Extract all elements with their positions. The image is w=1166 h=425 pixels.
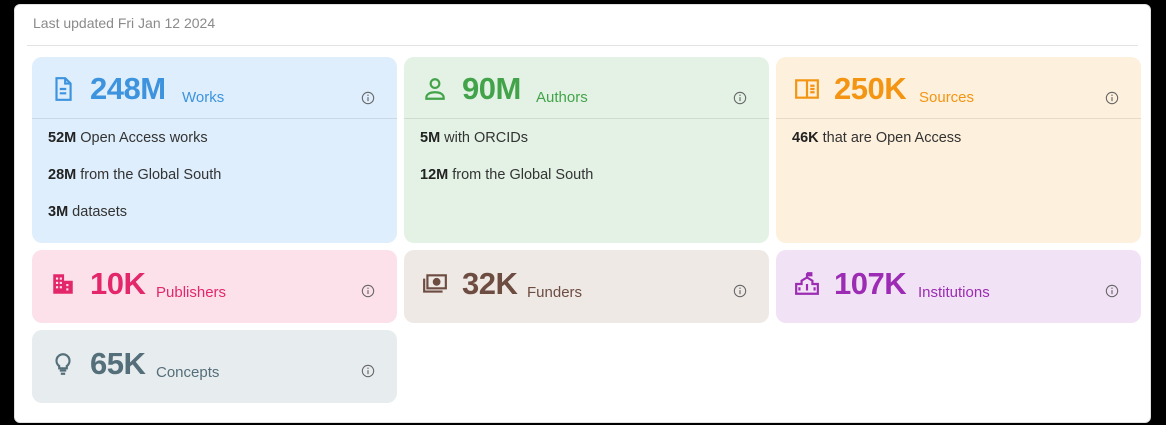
works-stat-global-south: 28M from the Global South — [48, 167, 222, 183]
card-divider — [32, 118, 397, 119]
works-label: Works — [182, 89, 225, 106]
institutions-label: Institutions — [918, 284, 990, 301]
works-stat-oa: 52M Open Access works — [48, 130, 208, 146]
publishers-count: 10K — [90, 266, 146, 301]
publishers-card-header[interactable]: 10K Publishers — [32, 250, 397, 320]
institutions-card[interactable]: 107K Institutions — [776, 250, 1141, 323]
sources-card-header[interactable]: 250K Sources — [776, 57, 1141, 119]
concepts-label: Concepts — [156, 364, 220, 381]
funders-card[interactable]: 32K Funders — [404, 250, 769, 323]
sources-card[interactable]: 250K Sources 46K that are Open Access — [776, 57, 1141, 243]
sources-count: 250K — [834, 71, 907, 106]
authors-stat-global-south: 12M from the Global South — [420, 167, 594, 183]
last-updated-text: Last updated Fri Jan 12 2024 — [33, 15, 216, 31]
funders-label: Funders — [527, 284, 583, 301]
book-open-icon — [795, 79, 819, 99]
publishers-label: Publishers — [156, 284, 227, 301]
funders-card-header[interactable]: 32K Funders — [404, 250, 769, 320]
card-divider — [776, 118, 1141, 119]
money-icon — [423, 274, 447, 293]
institutions-card-header[interactable]: 107K Institutions — [776, 250, 1141, 320]
concepts-card[interactable]: 65K Concepts — [32, 330, 397, 403]
info-icon[interactable] — [361, 91, 375, 105]
info-icon[interactable] — [361, 284, 375, 298]
info-icon[interactable] — [1105, 284, 1119, 298]
concepts-count: 65K — [90, 346, 146, 381]
document-icon — [55, 77, 72, 101]
authors-count: 90M — [462, 71, 521, 106]
works-stat-datasets: 3M datasets — [48, 204, 127, 220]
info-icon[interactable] — [1105, 91, 1119, 105]
authors-card[interactable]: 90M Authors 5M with ORCIDs 12M from the … — [404, 57, 769, 243]
publishers-card[interactable]: 10K Publishers — [32, 250, 397, 323]
info-icon[interactable] — [361, 364, 375, 378]
authors-stat-orcid: 5M with ORCIDs — [420, 130, 528, 146]
authors-label: Authors — [536, 89, 588, 106]
institution-icon — [795, 272, 819, 295]
info-icon[interactable] — [733, 284, 747, 298]
stats-panel: Last updated Fri Jan 12 2024 248M Works … — [14, 4, 1151, 423]
funders-count: 32K — [462, 266, 518, 301]
works-count: 248M — [90, 71, 166, 106]
building-icon — [53, 274, 73, 294]
concepts-card-header[interactable]: 65K Concepts — [32, 330, 397, 400]
institutions-count: 107K — [834, 266, 907, 301]
person-icon — [425, 78, 445, 100]
authors-card-header[interactable]: 90M Authors — [404, 57, 769, 119]
sources-label: Sources — [919, 89, 975, 106]
sources-stat-oa: 46K that are Open Access — [792, 130, 962, 146]
lightbulb-icon — [55, 353, 71, 375]
info-icon[interactable] — [733, 91, 747, 105]
works-card[interactable]: 248M Works 52M Open Access works 28M fro… — [32, 57, 397, 243]
divider — [27, 45, 1138, 46]
card-divider — [404, 118, 769, 119]
works-card-header[interactable]: 248M Works — [32, 57, 397, 119]
